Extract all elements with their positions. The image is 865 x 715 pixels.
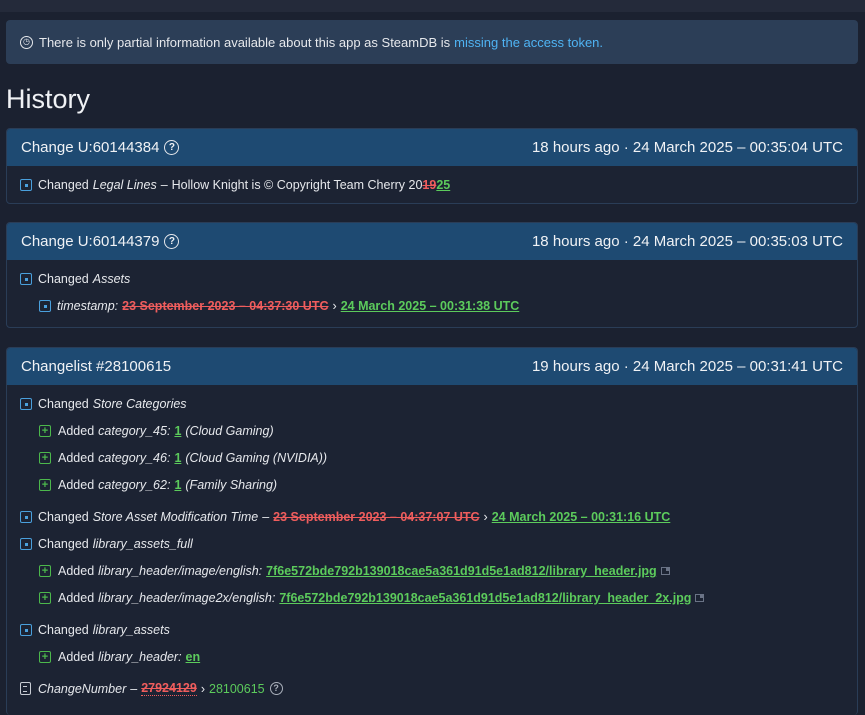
changed-icon	[20, 179, 32, 191]
changed-icon	[20, 624, 32, 636]
new-value: 1	[174, 478, 182, 492]
row-key: Store Categories	[92, 397, 187, 411]
row-key: category_45:	[98, 424, 171, 438]
change-row: Changed Store Categories	[20, 397, 187, 411]
row-key: ChangeNumber	[38, 681, 127, 696]
external-link-icon[interactable]	[695, 594, 705, 602]
change-row: + Added category_46: 1 (Cloud Gaming (NV…	[39, 451, 327, 465]
old-value: 23 September 2023 – 04:37:30 UTC	[122, 299, 329, 313]
change-row: Changed Assets	[20, 272, 130, 286]
arrow: ›	[483, 510, 488, 524]
old-value: 23 September 2023 – 04:37:07 UTC	[273, 510, 480, 524]
arrow: ›	[332, 299, 337, 313]
row-value: Hollow Knight is © Copyright Team Cherry…	[171, 178, 423, 192]
notice-text: There is only partial information availa…	[39, 34, 451, 50]
row-prefix: Added	[58, 424, 95, 438]
row-key: Legal Lines	[92, 178, 157, 192]
added-icon: +	[39, 452, 51, 464]
row-key: timestamp:	[57, 299, 119, 313]
row-note: (Cloud Gaming)	[185, 424, 274, 438]
top-bar	[0, 0, 865, 12]
row-note: (Family Sharing)	[185, 478, 278, 492]
row-sep: –	[262, 510, 270, 524]
new-value: en	[185, 650, 201, 664]
row-prefix: Added	[58, 650, 95, 664]
row-prefix: Added	[58, 591, 95, 605]
external-link-icon[interactable]	[660, 567, 670, 575]
old-value: 19	[422, 178, 437, 192]
page-title: History	[6, 84, 91, 114]
change-header: Change U:60144384 ? 18 hours ago · 24 Ma…	[7, 129, 857, 166]
row-prefix: Changed	[38, 178, 89, 192]
row-prefix: Changed	[38, 272, 89, 286]
info-icon: ◷	[20, 35, 33, 49]
row-prefix: Added	[58, 478, 95, 492]
row-key: category_46:	[98, 451, 171, 465]
change-row: Changed Store Asset Modification Time – …	[20, 510, 670, 524]
arrow: ›	[200, 681, 205, 696]
change-time: 18 hours ago · 24 March 2025 – 00:35:04 …	[531, 139, 843, 156]
changelist-title-link[interactable]: Changelist #28100615	[21, 358, 171, 375]
row-key: library_header/image/english:	[98, 564, 263, 578]
old-value: 27924129	[141, 681, 197, 696]
row-sep: –	[160, 178, 168, 192]
change-title-link[interactable]: Change U:60144379	[21, 233, 159, 250]
change-row: timestamp: 23 September 2023 – 04:37:30 …	[39, 299, 519, 313]
change-row: Changed library_assets	[20, 623, 170, 637]
change-card: Change U:60144384 ? 18 hours ago · 24 Ma…	[6, 128, 858, 204]
new-changenumber-link[interactable]: 28100615	[209, 682, 265, 696]
asset-link[interactable]: 7f6e572bde792b139018cae5a361d91d5e1ad812…	[266, 564, 657, 578]
row-prefix: Changed	[38, 397, 89, 411]
row-note: (Cloud Gaming (NVIDIA))	[185, 451, 328, 465]
row-prefix: Changed	[38, 510, 89, 524]
new-value: 1	[174, 451, 182, 465]
change-row: Changed Legal Lines – Hollow Knight is ©…	[20, 178, 450, 192]
row-key: Store Asset Modification Time	[92, 510, 259, 524]
new-value: 24 March 2025 – 00:31:38 UTC	[340, 299, 520, 313]
change-time: 19 hours ago · 24 March 2025 – 00:31:41 …	[531, 358, 843, 375]
change-row: + Added library_header/image/english: 7f…	[39, 564, 670, 578]
changed-icon	[20, 538, 32, 550]
row-prefix: Changed	[38, 623, 89, 637]
added-icon: +	[39, 425, 51, 437]
change-row: + Added library_header/image2x/english: …	[39, 591, 705, 605]
row-sep: –	[130, 681, 138, 696]
added-icon: +	[39, 592, 51, 604]
changed-icon	[20, 511, 32, 523]
change-time: 18 hours ago · 24 March 2025 – 00:35:03 …	[531, 233, 843, 250]
access-token-link[interactable]: missing the access token.	[454, 35, 603, 50]
row-key: library_assets	[92, 623, 170, 637]
row-key: library_header:	[98, 650, 182, 664]
added-icon: +	[39, 651, 51, 663]
row-key: library_header/image2x/english:	[98, 591, 276, 605]
added-icon: +	[39, 565, 51, 577]
row-key: Assets	[92, 272, 131, 286]
document-icon	[20, 682, 31, 695]
new-value: 24 March 2025 – 00:31:16 UTC	[491, 510, 671, 524]
partial-info-notice: ◷ There is only partial information avai…	[6, 20, 858, 64]
row-prefix: Changed	[38, 537, 89, 551]
change-row: + Added category_45: 1 (Cloud Gaming)	[39, 424, 274, 438]
added-icon: +	[39, 479, 51, 491]
new-value: 1	[174, 424, 182, 438]
changed-icon	[20, 398, 32, 410]
row-key: library_assets_full	[92, 537, 193, 551]
changed-icon	[39, 300, 51, 312]
change-header: Changelist #28100615 19 hours ago · 24 M…	[7, 348, 857, 385]
row-prefix: Added	[58, 564, 95, 578]
change-title-link[interactable]: Change U:60144384	[21, 139, 159, 156]
help-icon[interactable]: ?	[164, 234, 180, 249]
change-row: ChangeNumber – 27924129 › 28100615 ?	[20, 681, 283, 696]
change-header: Change U:60144379 ? 18 hours ago · 24 Ma…	[7, 223, 857, 260]
asset-link[interactable]: 7f6e572bde792b139018cae5a361d91d5e1ad812…	[279, 591, 691, 605]
change-row: Changed library_assets_full	[20, 537, 193, 551]
row-prefix: Added	[58, 451, 95, 465]
changed-icon	[20, 273, 32, 285]
row-key: category_62:	[98, 478, 171, 492]
change-row: + Added category_62: 1 (Family Sharing)	[39, 478, 277, 492]
help-icon[interactable]: ?	[164, 140, 180, 155]
help-icon[interactable]: ?	[269, 682, 283, 695]
change-row: + Added library_header: en	[39, 650, 200, 664]
new-value: 25	[436, 178, 451, 192]
